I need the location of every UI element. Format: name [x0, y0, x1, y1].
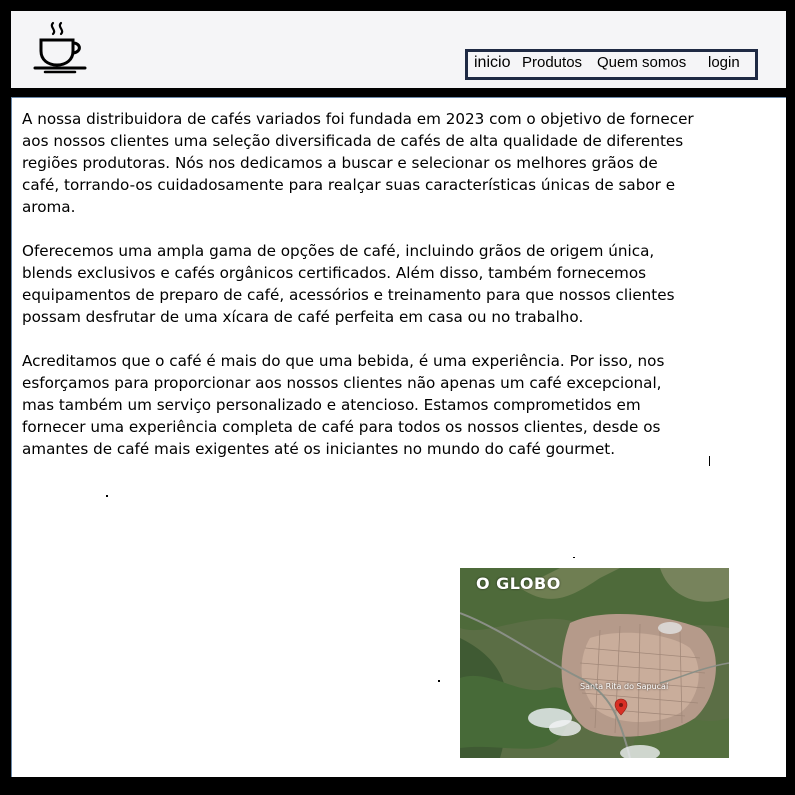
coffee-cup-icon[interactable]: [31, 21, 89, 77]
main-content: A nossa distribuidora de cafés variados …: [11, 97, 786, 777]
main-nav: inicio Produtos Quem somos login: [465, 49, 758, 80]
stray-mark: [106, 495, 108, 497]
stray-mark: [438, 680, 440, 682]
nav-link-inicio[interactable]: inicio: [474, 54, 510, 72]
stray-mark: [709, 456, 710, 466]
about-paragraph-2: Oferecemos uma ampla gama de opções de c…: [22, 242, 675, 326]
location-map[interactable]: O GLOBO Santa Rita do Sapucaí: [460, 568, 729, 758]
nav-link-quem-somos[interactable]: Quem somos: [597, 54, 686, 71]
nav-link-produtos[interactable]: Produtos: [522, 54, 582, 71]
satellite-map-image: [460, 568, 729, 758]
about-paragraph-3: Acreditamos que o café é mais do que uma…: [22, 352, 665, 458]
about-text: A nossa distribuidora de cafés variados …: [22, 108, 697, 482]
stray-mark: [573, 557, 575, 558]
nav-link-login[interactable]: login: [708, 54, 740, 71]
map-place-label: Santa Rita do Sapucaí: [580, 682, 669, 691]
header: inicio Produtos Quem somos login: [11, 11, 786, 88]
about-paragraph-1: A nossa distribuidora de cafés variados …: [22, 110, 694, 216]
map-watermark: O GLOBO: [476, 574, 561, 593]
